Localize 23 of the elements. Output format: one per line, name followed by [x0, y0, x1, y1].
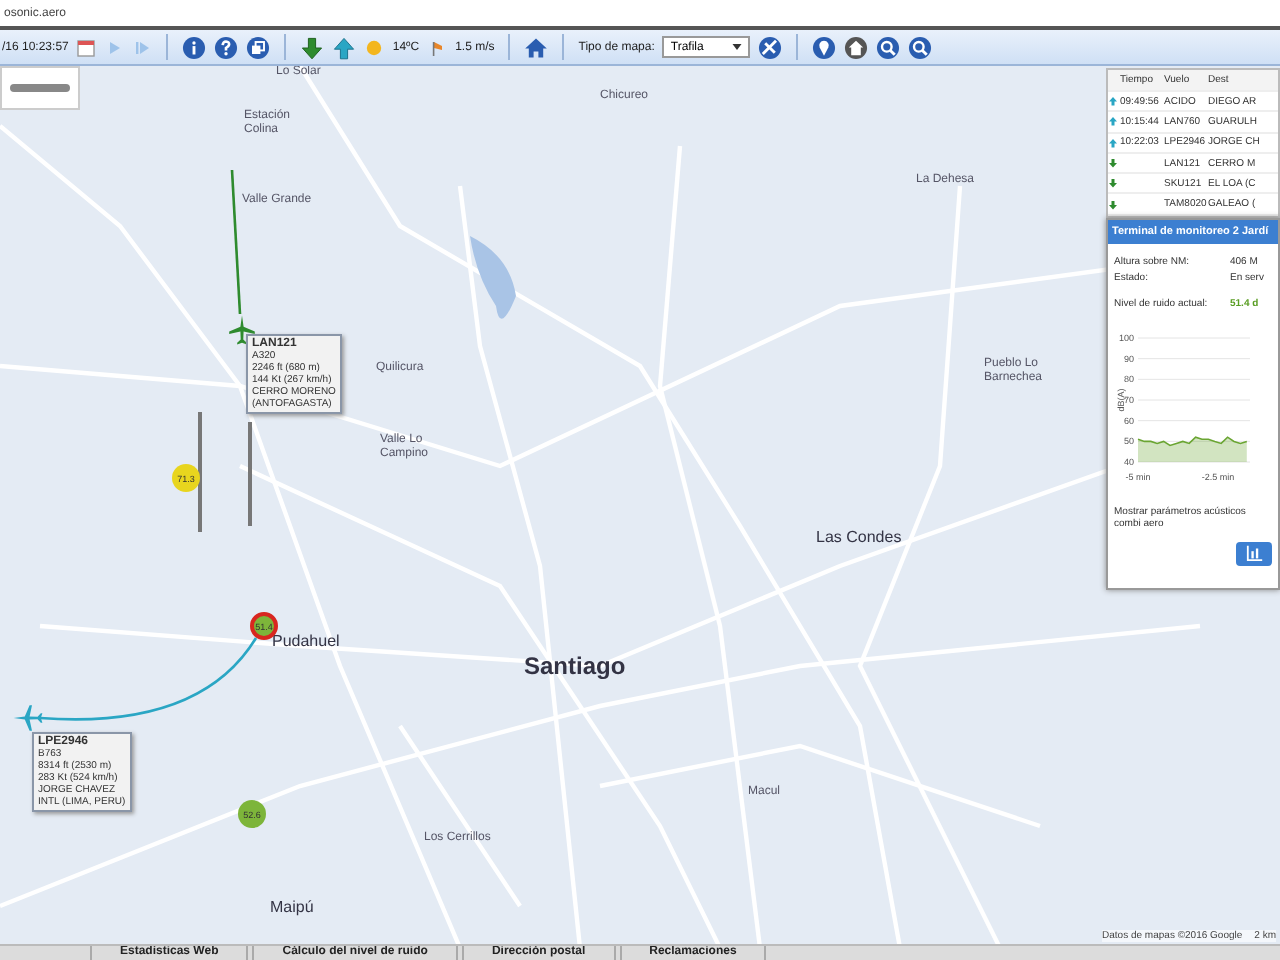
layers-icon[interactable] [246, 35, 271, 59]
sun-icon [364, 37, 385, 57]
arrow-down-icon[interactable] [300, 35, 325, 59]
place-label: Maipú [270, 900, 316, 918]
zoom-out-icon[interactable] [908, 35, 933, 59]
help-icon[interactable] [214, 35, 239, 59]
chart-button[interactable] [1236, 541, 1272, 566]
area-fill [1138, 436, 1247, 462]
series-line [1137, 435, 1248, 446]
windsock-icon [427, 37, 448, 57]
zoom-in-icon[interactable] [876, 35, 901, 59]
arrow-up-icon[interactable] [332, 35, 357, 59]
caret-icon [732, 44, 743, 50]
place-label: Santiago [524, 654, 628, 681]
bar-chart-icon [1245, 544, 1263, 563]
pin-icon[interactable] [812, 35, 837, 59]
info-icon[interactable] [182, 35, 207, 59]
place-label: Pudahuel [272, 634, 342, 652]
home-icon[interactable] [524, 35, 549, 59]
place-label: Las Condes [816, 530, 904, 548]
slider-handle[interactable] [10, 84, 70, 92]
calendar-icon[interactable] [76, 37, 97, 57]
building-icon[interactable] [844, 35, 869, 59]
